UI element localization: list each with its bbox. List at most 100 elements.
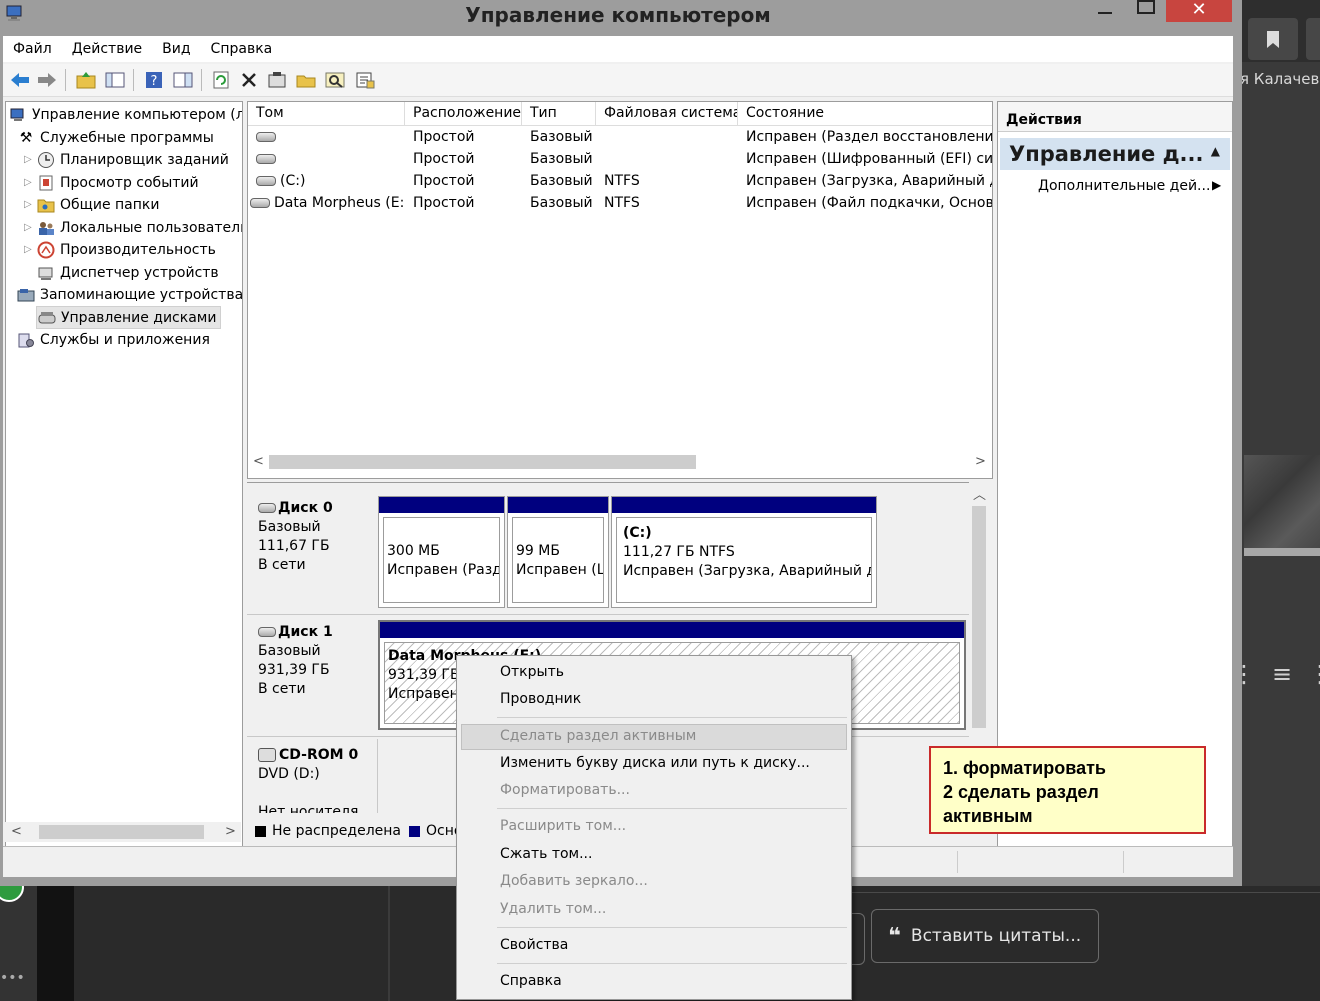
scroll-thumb[interactable]	[39, 825, 204, 839]
actions-panel: Действия Управление д... ▲ Дополнительны…	[997, 101, 1233, 848]
refresh-icon[interactable]	[210, 69, 232, 91]
divider	[247, 614, 969, 615]
menu-item-open[interactable]: Открыть	[500, 664, 564, 680]
more-actions-item[interactable]: Дополнительные дей...	[1038, 178, 1210, 194]
up-folder-icon[interactable]	[75, 69, 97, 91]
menu-bar: Файл Действие Вид Справка	[3, 36, 1233, 62]
menu-file[interactable]: Файл	[3, 36, 62, 62]
disk-kind: Базовый	[258, 643, 321, 659]
menu-item-delete[interactable]: Удалить том...	[500, 901, 606, 917]
scroll-right-icon[interactable]: >	[225, 824, 236, 839]
partition-c[interactable]: (C:) 111,27 ГБ NTFS Исправен (Загрузка, …	[611, 496, 877, 608]
column-header-type[interactable]: Тип	[522, 102, 596, 125]
menu-help[interactable]: Справка	[201, 36, 283, 62]
users-icon	[36, 219, 56, 237]
expand-icon[interactable]: ▷	[24, 154, 36, 165]
expand-icon[interactable]: ▷	[24, 244, 36, 255]
insert-quotes-label: Вставить цитаты...	[910, 926, 1082, 946]
cdrom-0-info[interactable]: CD-ROM 0 DVD (D:) Нет носителя	[247, 740, 375, 813]
back-arrow-icon[interactable]	[9, 69, 31, 91]
column-header-filesystem[interactable]: Файловая система	[596, 102, 738, 125]
disk-size: 931,39 ГБ	[258, 662, 330, 678]
disk-icon	[258, 503, 276, 513]
disk-1-info[interactable]: Диск 1 Базовый 931,39 ГБ В сети	[247, 617, 375, 733]
open-icon[interactable]	[295, 69, 317, 91]
tree-item-disk-management[interactable]: Управление дисками	[36, 306, 222, 329]
column-header-volume[interactable]: Том	[248, 102, 405, 125]
disk-kind: Базовый	[258, 519, 321, 535]
tree-item-task-scheduler[interactable]: ▷ Планировщик заданий	[24, 149, 229, 170]
collapse-icon[interactable]: ▲	[1211, 144, 1220, 158]
show-tree-icon[interactable]	[104, 69, 126, 91]
scroll-right-icon[interactable]: >	[975, 454, 986, 469]
delete-icon[interactable]	[238, 69, 260, 91]
table-row[interactable]: Простой Базовый Исправен (Раздел восстан…	[248, 127, 992, 149]
cdrom-icon	[258, 748, 276, 762]
properties-icon[interactable]	[266, 69, 288, 91]
menu-item-make-active[interactable]: Сделать раздел активным	[500, 728, 696, 744]
tree-item-system-tools[interactable]: ⚒ Служебные программы	[16, 127, 214, 148]
scroll-thumb[interactable]	[269, 455, 696, 469]
list-view-icon[interactable]: ⋮≡⋮	[1232, 660, 1320, 688]
scroll-up-icon[interactable]: ︿	[973, 484, 986, 503]
expand-icon[interactable]: ▷	[24, 177, 36, 188]
menu-item-explorer[interactable]: Проводник	[500, 691, 581, 707]
volume-status: Исправен (Раздел восстановления)	[746, 129, 992, 145]
menu-item-help[interactable]: Справка	[500, 973, 562, 989]
background-tab[interactable]	[1306, 18, 1320, 60]
note-line: 2 сделать раздел	[943, 782, 1099, 802]
table-row[interactable]: Data Morpheus (E:) Простой Базовый NTFS …	[248, 193, 992, 215]
tree-item-shared-folders[interactable]: ▷ Общие папки	[24, 194, 159, 215]
bookmark-icon[interactable]	[1248, 18, 1298, 60]
disk-size: 111,67 ГБ	[258, 538, 330, 554]
disk-0-info[interactable]: Диск 0 Базовый 111,67 ГБ В сети	[247, 493, 375, 609]
legend-label: Не распределена	[272, 823, 401, 839]
menu-action[interactable]: Действие	[62, 36, 152, 62]
tree-item-storage[interactable]: Запоминающие устройства	[16, 284, 242, 305]
tree-item-performance[interactable]: ▷ Производительность	[24, 239, 216, 260]
search-icon[interactable]	[324, 69, 346, 91]
volume-list-horizontal-scrollbar[interactable]: < >	[247, 452, 991, 472]
table-row[interactable]: (C:) Простой Базовый NTFS Исправен (Загр…	[248, 171, 992, 193]
maximize-button[interactable]	[1131, 0, 1159, 24]
tree-item-event-viewer[interactable]: ▷ Просмотр событий	[24, 172, 199, 193]
partition-efi[interactable]: 99 МБ Исправен (Ш	[507, 496, 609, 608]
partition-recovery[interactable]: 300 МБ Исправен (Разде	[378, 496, 505, 608]
partition-status: Исправен (Загрузка, Аварийный дам	[623, 563, 872, 579]
menu-item-extend[interactable]: Расширить том...	[500, 818, 626, 834]
menu-view[interactable]: Вид	[152, 36, 200, 62]
tools-icon: ⚒	[19, 129, 33, 146]
insert-quotes-button[interactable]: ❝ Вставить цитаты...	[871, 909, 1099, 963]
menu-item-shrink[interactable]: Сжать том...	[500, 846, 592, 862]
tree-item-services[interactable]: Службы и приложения	[16, 329, 210, 350]
partition-size: 300 МБ	[387, 543, 440, 559]
help-icon[interactable]: ?	[143, 69, 165, 91]
menu-separator	[497, 963, 847, 964]
tree-horizontal-scrollbar[interactable]: < >	[5, 822, 241, 842]
volume-type: Базовый	[530, 151, 593, 167]
properties-view-icon[interactable]	[172, 69, 194, 91]
tree-item-root[interactable]: Управление компьютером (лок	[8, 104, 242, 125]
export-icon[interactable]	[354, 69, 376, 91]
volume-filesystem	[596, 127, 738, 149]
actions-section-disk-management[interactable]: Управление д... ▲	[1000, 138, 1230, 170]
tree-item-device-manager[interactable]: Диспетчер устройств	[36, 262, 219, 283]
expand-icon[interactable]: ▷	[24, 199, 36, 210]
menu-item-change-letter[interactable]: Изменить букву диска или путь к диску...	[500, 755, 810, 771]
minimize-button[interactable]	[1092, 0, 1120, 24]
tree-item-local-users[interactable]: ▷ Локальные пользователи	[24, 217, 242, 238]
scroll-left-icon[interactable]: <	[253, 454, 264, 469]
expand-icon[interactable]: ▷	[24, 222, 36, 233]
close-button[interactable]: ✕	[1166, 0, 1232, 22]
menu-item-format[interactable]: Форматировать...	[500, 782, 630, 798]
column-header-layout[interactable]: Расположение	[405, 102, 522, 125]
menu-item-add-mirror[interactable]: Добавить зеркало...	[500, 873, 648, 889]
table-row[interactable]: Простой Базовый Исправен (Шифрованный (E…	[248, 149, 992, 171]
column-header-status[interactable]: Состояние	[738, 102, 992, 125]
forward-arrow-icon[interactable]	[36, 69, 58, 91]
scroll-left-icon[interactable]: <	[11, 824, 22, 839]
menu-item-properties[interactable]: Свойства	[500, 937, 568, 953]
tree-item-label: Служебные программы	[40, 129, 214, 146]
scroll-thumb[interactable]	[972, 506, 986, 728]
more-icon[interactable]: •••	[0, 970, 25, 986]
